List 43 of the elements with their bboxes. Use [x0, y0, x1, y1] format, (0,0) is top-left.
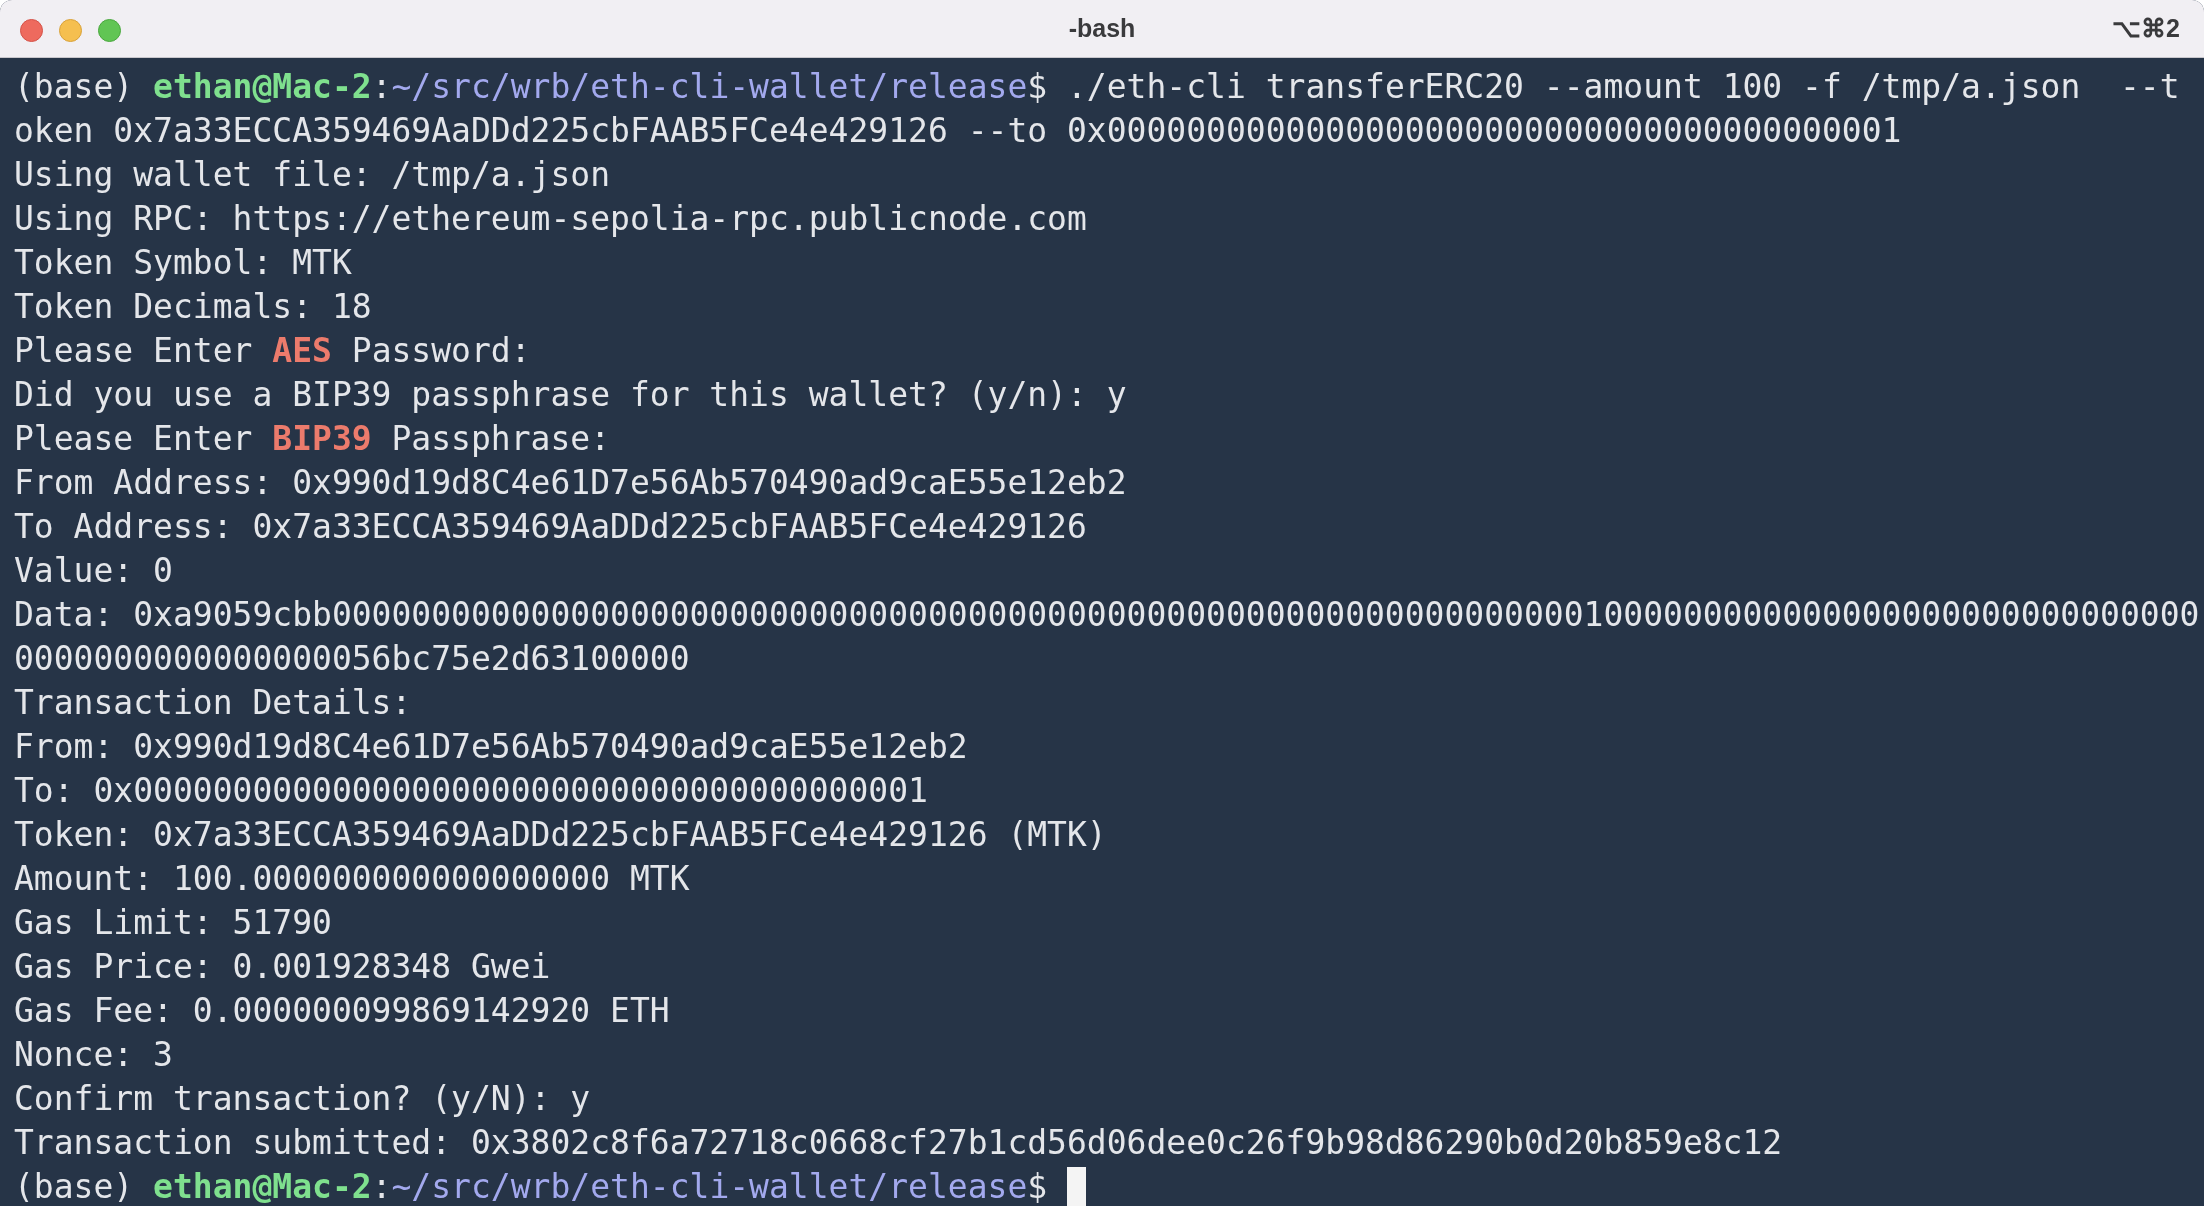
terminal-text: Nonce: 3 — [14, 1034, 173, 1076]
terminal-text: Password: — [350, 330, 531, 372]
terminal-text: ~/src/wrb/eth-cli-wallet/release — [391, 1166, 1028, 1206]
terminal-text: Please Enter — [14, 418, 254, 460]
window-title: -bash — [1068, 12, 1136, 44]
terminal-text: From: 0x990d19d8C4e61D7e56Ab570490ad9caE55e12eb2 — [14, 726, 968, 768]
terminal-text: (base) — [14, 66, 135, 108]
terminal-text: From Address: 0x990d19d8C4e61D7e56Ab570490ad9caE55e12eb2 — [14, 462, 1127, 504]
terminal-text: Token Symbol: MTK — [14, 242, 352, 284]
terminal-text: Token: 0x7a33ECCA359469AaDDd225cbFAAB5FCe4e429126 (MTK) — [14, 814, 1107, 856]
close-button[interactable] — [20, 19, 43, 42]
terminal-text: Value: 0 — [14, 550, 173, 592]
terminal-text: : — [371, 66, 392, 108]
terminal-text: : — [371, 1166, 392, 1206]
terminal-text: Using RPC: https://ethereum-sepolia-rpc.publicnode.com — [14, 198, 1087, 240]
terminal-text: Transaction Details: — [14, 682, 412, 724]
minimize-button[interactable] — [59, 19, 82, 42]
terminal-text: Gas Fee: 0.000000099869142920 ETH — [14, 990, 670, 1032]
terminal-text: Passphrase: — [390, 418, 611, 460]
terminal-text: Confirm transaction? (y/N): y — [14, 1078, 591, 1120]
terminal-text: ethan@Mac-2 — [153, 1166, 372, 1206]
terminal-text: (base) — [14, 1166, 135, 1206]
terminal-text: AES — [272, 330, 332, 372]
terminal-text: Did you use a BIP39 passphrase for this wallet? (y/n): y — [14, 374, 1127, 416]
terminal-text: oken 0x7a33ECCA359469AaDDd225cbFAAB5FCe4e429126 --to 0x0000000000000000000000000000000000000001 — [14, 110, 1902, 152]
terminal-text: BIP39 — [272, 418, 372, 460]
terminal-text: Transaction submitted: 0x3802c8f6a72718c0668cf27b1cd56d06dee0c26f9b98d86290b0d20b859e8c12 — [14, 1122, 1783, 1164]
terminal-text: ethan@Mac-2 — [153, 66, 372, 108]
terminal-text: To: 0x0000000000000000000000000000000000000001 — [14, 770, 928, 812]
terminal-text: Data: 0xa9059cbb0000000000000000000000000000000000000000000000000000000000000001000000000000000000000000000000 — [14, 594, 2200, 636]
terminal-text: ~/src/wrb/eth-cli-wallet/release — [391, 66, 1028, 108]
shortcut-label: ⌥⌘2 — [2112, 12, 2180, 44]
terminal-text: $ — [1027, 1166, 1049, 1206]
terminal-text: Gas Price: 0.001928348 Gwei — [14, 946, 551, 988]
terminal-text: Please Enter — [14, 330, 254, 372]
terminal-text: To Address: 0x7a33ECCA359469AaDDd225cbFAAB5FCe4e429126 — [14, 506, 1087, 548]
terminal-text: Using wallet file: /tmp/a.json — [14, 154, 611, 196]
zoom-button[interactable] — [98, 19, 121, 42]
terminal-text: Token Decimals: 18 — [14, 286, 372, 328]
terminal-text: $ ./eth-cli transferERC20 --amount 100 -f /tmp/a.json --t — [1027, 66, 2180, 108]
terminal-text: Gas Limit: 51790 — [14, 902, 332, 944]
terminal-text: Amount: 100.000000000000000000 MTK — [14, 858, 690, 900]
terminal-text: 0000000000000000056bc75e2d63100000 — [14, 638, 690, 680]
